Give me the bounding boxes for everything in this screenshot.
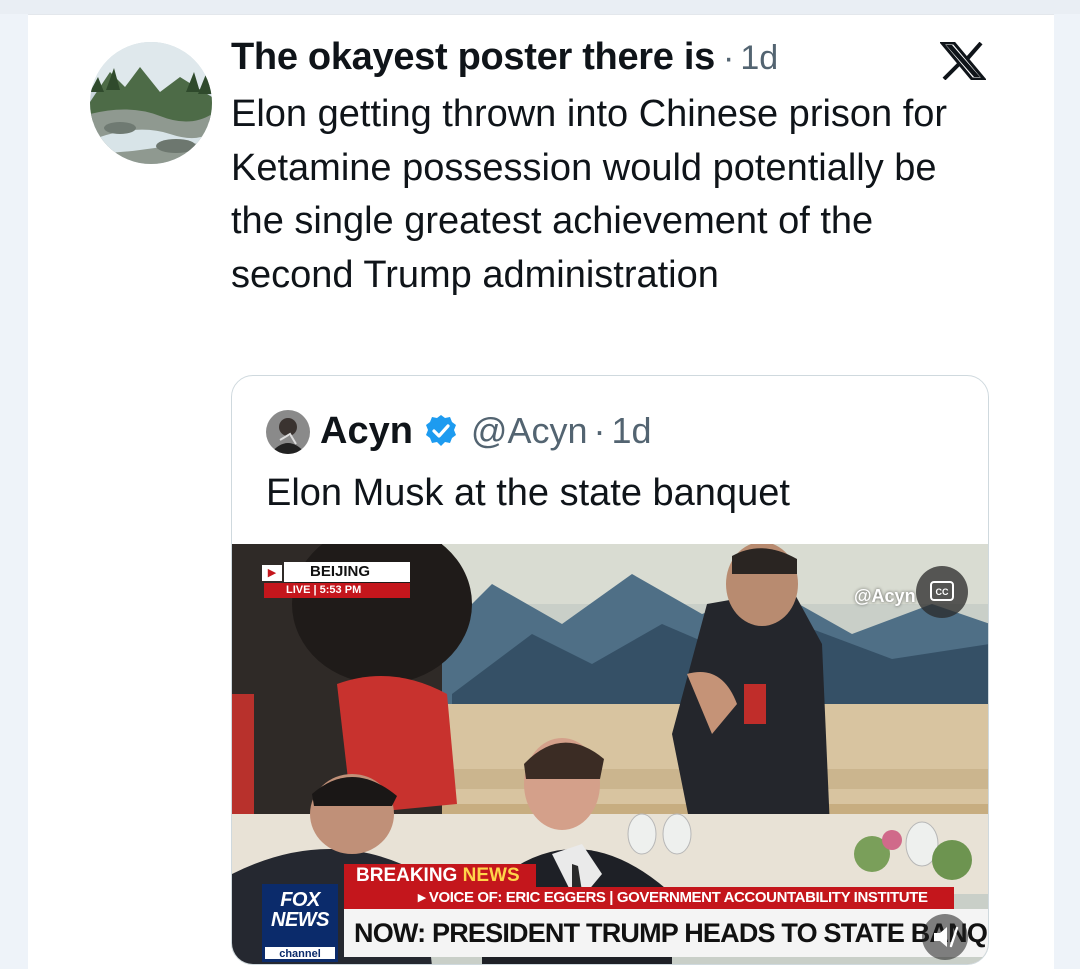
quoted-tweet-header: Acyn @Acyn · 1d: [320, 406, 652, 456]
tweet-timestamp[interactable]: 1d: [740, 39, 778, 78]
live-time-label: LIVE | 5:53 PM: [264, 583, 410, 598]
page-background-strip: [0, 0, 1080, 14]
closed-captions-button[interactable]: CC: [916, 566, 968, 618]
person-avatar-icon: [266, 410, 310, 454]
closed-captions-icon: CC: [930, 581, 954, 601]
fox-logo-line1: FOX: [280, 889, 320, 911]
quoted-display-name[interactable]: Acyn: [320, 410, 413, 453]
embedded-video-player[interactable]: ▶ BEIJING LIVE | 5:53 PM @Acyn CC BREAKI…: [232, 544, 988, 964]
quoted-handle[interactable]: @Acyn: [471, 410, 588, 452]
quoted-tweet-text: Elon Musk at the state banquet: [266, 472, 790, 514]
quoted-timestamp[interactable]: 1d: [612, 410, 652, 452]
author-avatar[interactable]: [90, 42, 212, 164]
muted-speaker-icon: [934, 926, 959, 948]
fox-news-logo: FOX NEWS channel: [262, 884, 338, 962]
x-logo-icon[interactable]: [938, 41, 988, 81]
mute-button[interactable]: [922, 914, 968, 960]
live-label: LIVE: [286, 584, 311, 596]
header-separator: ·: [722, 39, 735, 77]
chyron-headline: NOW: PRESIDENT TRUMP HEADS TO STATE BANQ…: [344, 909, 988, 957]
video-watermark: @Acyn: [854, 586, 916, 606]
svg-text:CC: CC: [936, 587, 949, 597]
landscape-river-avatar-icon: [90, 42, 212, 164]
breaking-news-label: BREAKING NEWS: [344, 864, 536, 888]
fox-logo-text: FOX NEWS: [264, 890, 336, 930]
quoted-header-separator: ·: [593, 410, 606, 451]
location-badge: ▶ BEIJING LIVE | 5:53 PM: [262, 562, 410, 598]
tweet-header: The okayest poster there is · 1d: [231, 36, 778, 80]
verified-badge-icon: [425, 415, 456, 446]
fox-logo-channel: channel: [264, 946, 336, 960]
fox-logo-line2: NEWS: [271, 909, 330, 931]
breaking-prefix: BREAKING: [356, 865, 463, 886]
tweet-body-text: Elon getting thrown into Chinese prison …: [231, 93, 948, 296]
author-display-name[interactable]: The okayest poster there is: [231, 36, 715, 79]
quoted-tweet-card[interactable]: Acyn @Acyn · 1d Elon Musk at the state b…: [231, 375, 989, 965]
quoted-author-avatar[interactable]: [266, 410, 310, 454]
voice-of-ticker: ▸ VOICE OF: ERIC EGGERS | GOVERNMENT ACC…: [344, 887, 954, 909]
play-triangle-icon: ▶: [262, 565, 282, 581]
breaking-news-word: NEWS: [462, 865, 520, 886]
live-time: 5:53 PM: [319, 584, 362, 596]
location-label: BEIJING: [284, 562, 410, 582]
